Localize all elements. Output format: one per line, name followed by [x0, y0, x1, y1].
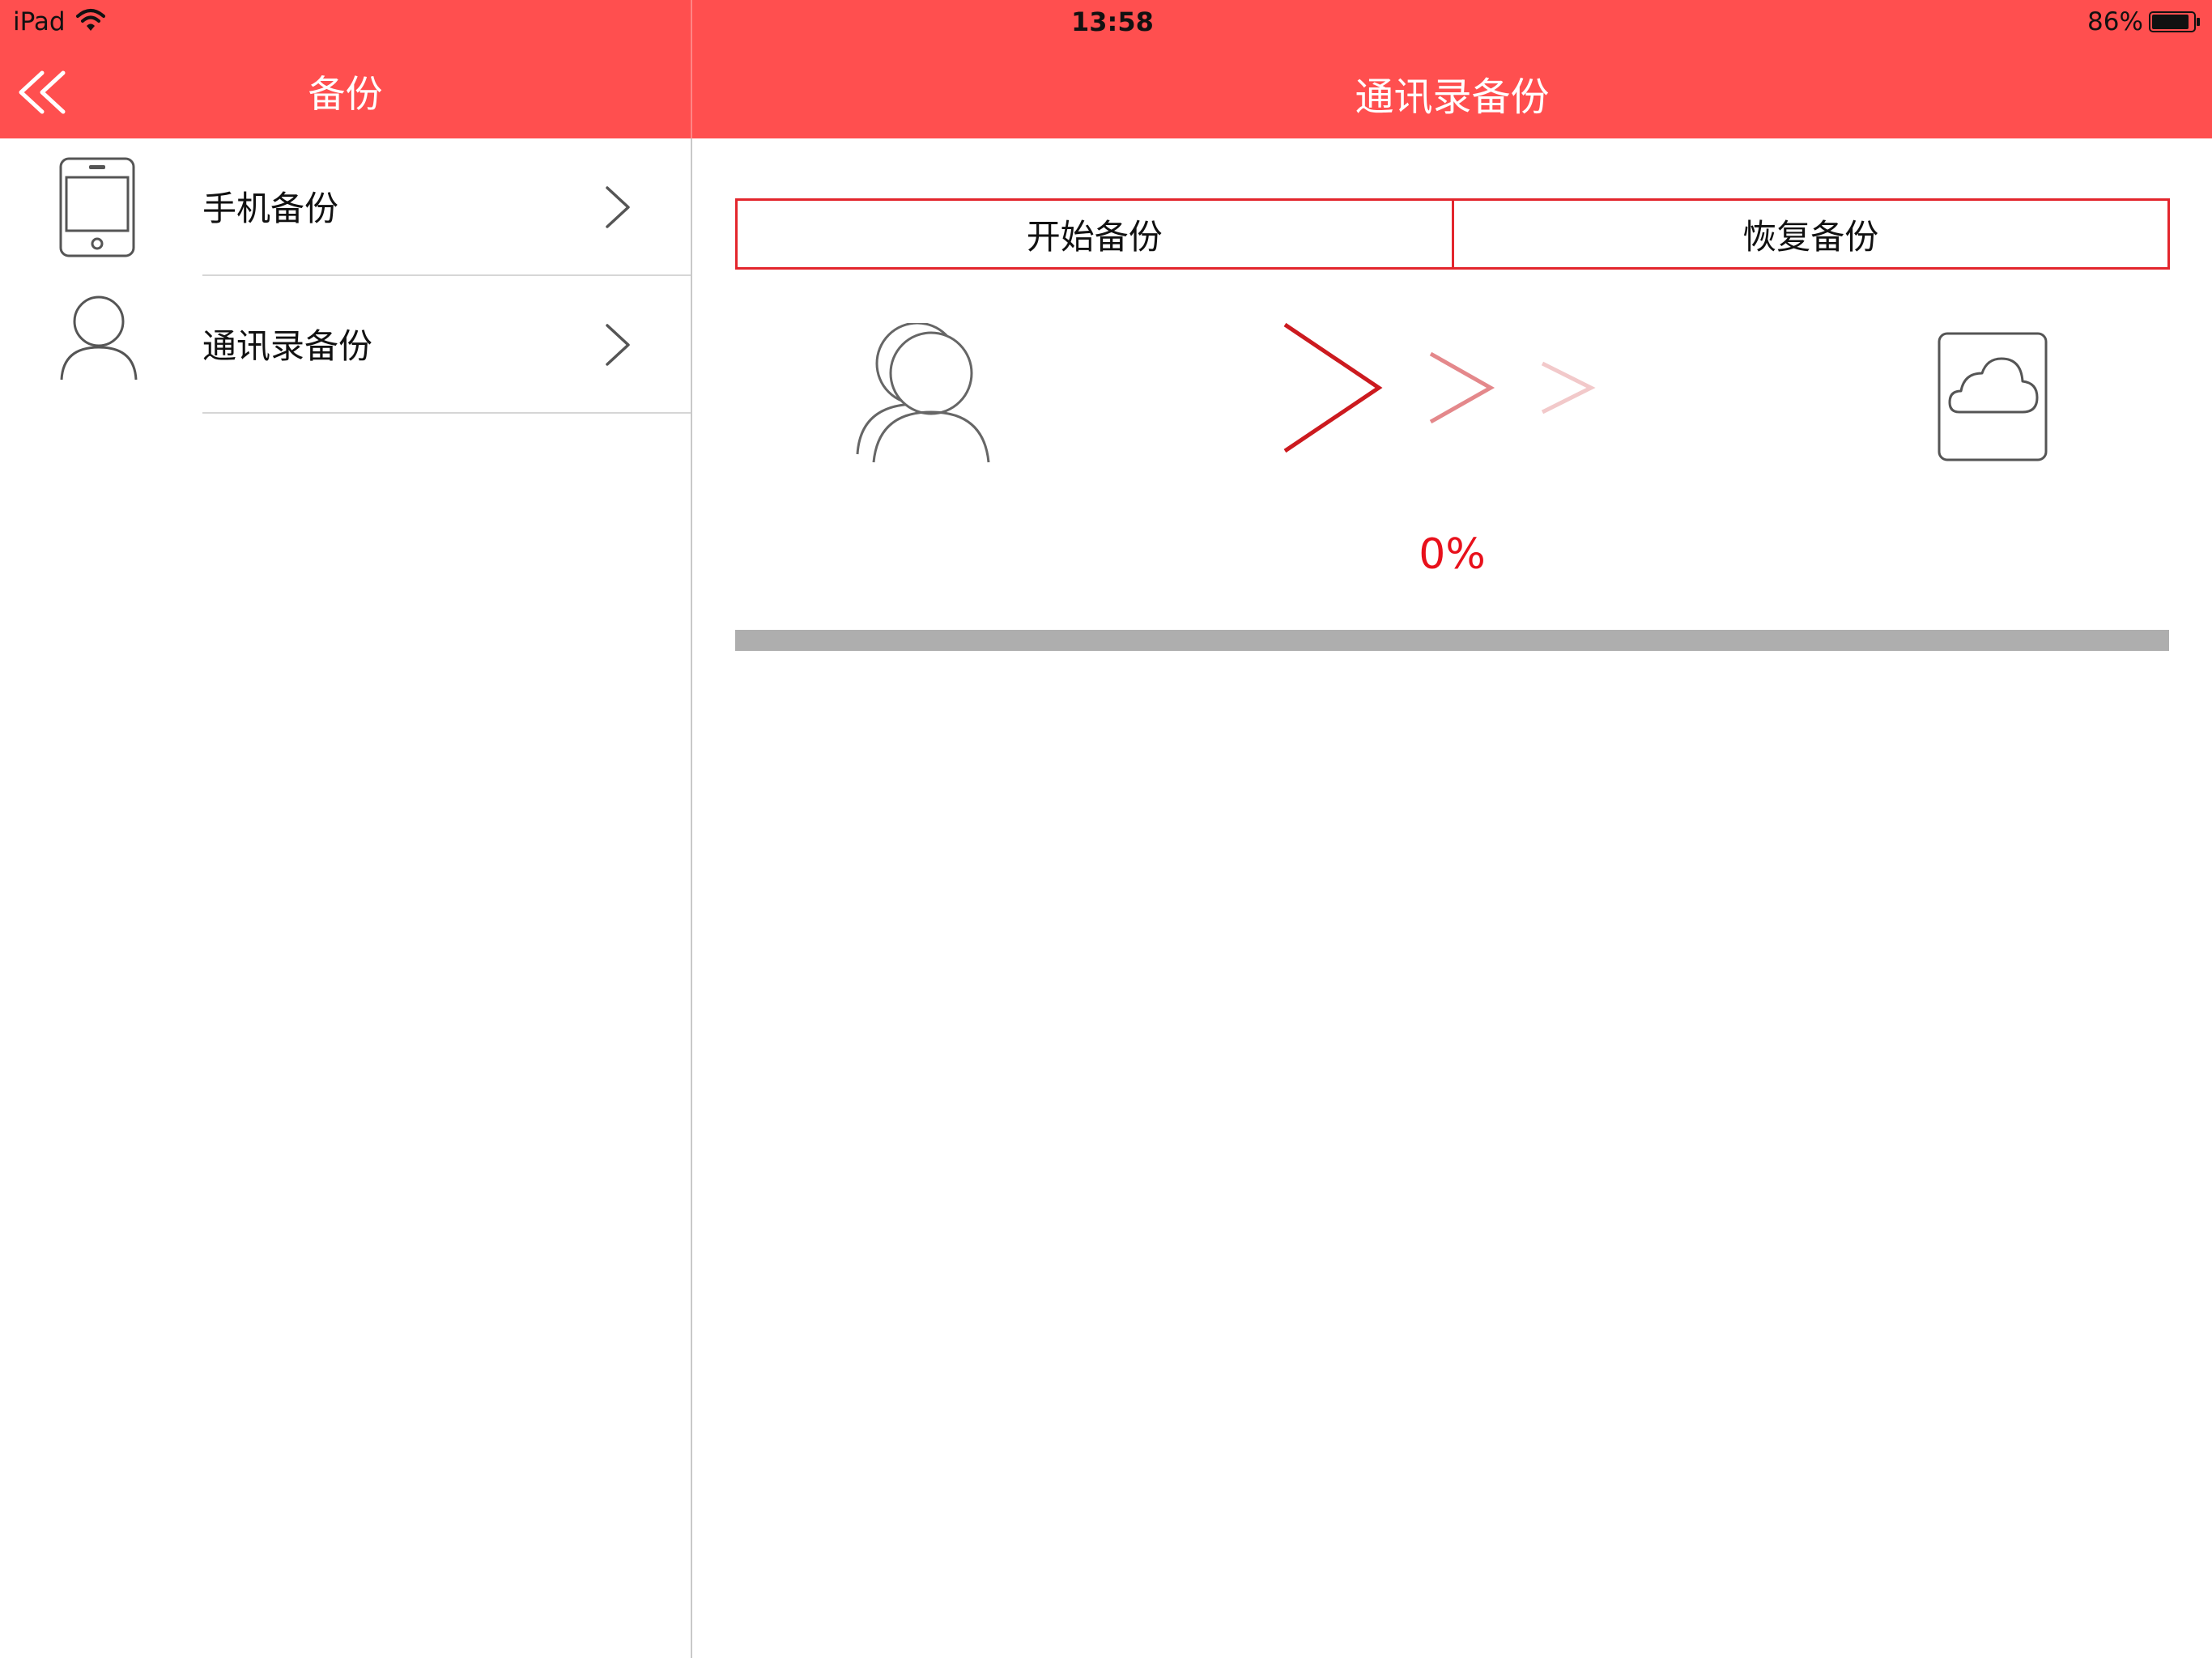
page-title: 通讯录备份: [1355, 74, 1550, 120]
wifi-icon: [76, 9, 105, 31]
person-icon: [60, 295, 138, 380]
restore-backup-button[interactable]: 恢复备份: [1451, 201, 2167, 267]
transfer-arrows-icon: [1283, 322, 1596, 453]
status-time: 13:58: [1071, 6, 1154, 37]
detail-panel: 开始备份 恢复备份 0%: [692, 138, 2212, 1658]
phone-icon: [59, 157, 135, 257]
screen: iPad 13:58 86% 备份 通讯录备份 手机备份 通讯录备份 开始备份 …: [0, 0, 2212, 1658]
sidebar-item-label: 通讯录备份: [202, 326, 373, 366]
chevron-right-icon: [606, 324, 630, 366]
cloud-storage-icon: [1938, 332, 2048, 461]
sidebar-nav-bar: 备份: [0, 44, 691, 138]
status-device: iPad: [13, 7, 66, 36]
detail-nav-bar: 通讯录备份: [692, 44, 2212, 138]
contacts-icon: [856, 323, 990, 463]
separator: [202, 412, 691, 414]
sidebar-item-contacts-backup[interactable]: 通讯录备份: [0, 276, 691, 414]
chevron-right-icon: [606, 186, 630, 228]
sidebar-item-phone-backup[interactable]: 手机备份: [0, 138, 691, 276]
progress-percentage: 0%: [1419, 530, 1486, 579]
status-bar: iPad 13:58 86%: [0, 0, 2212, 44]
sidebar: 手机备份 通讯录备份: [0, 138, 691, 1658]
start-backup-button[interactable]: 开始备份: [738, 201, 1452, 267]
battery-icon: [2149, 11, 2200, 32]
sidebar-title: 备份: [308, 72, 383, 116]
segmented-control: 开始备份 恢复备份: [735, 198, 2170, 270]
progress-bar: [735, 630, 2169, 651]
sidebar-item-label: 手机备份: [202, 189, 339, 228]
status-battery-percent: 86%: [2087, 7, 2143, 36]
